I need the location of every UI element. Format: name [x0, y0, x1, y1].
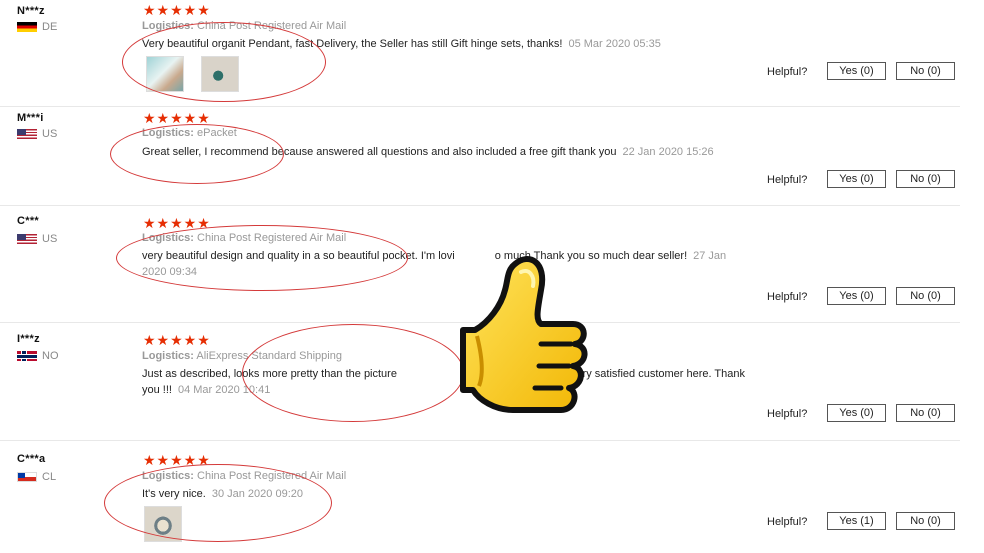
- logistics-value: China Post Registered Air Mail: [197, 232, 347, 244]
- review-body: Just as described, looks more pretty tha…: [142, 368, 397, 380]
- logistics-info: Logistics: AliExpress Standard Shipping: [142, 350, 342, 362]
- reviewer-country: NO: [17, 350, 59, 362]
- flag-us-icon: [17, 129, 37, 139]
- logistics-value: China Post Registered Air Mail: [197, 470, 347, 482]
- country-code: DE: [42, 21, 58, 33]
- logistics-info: Logistics: ePacket: [142, 127, 237, 139]
- review-date: 05 Mar 2020 05:35: [568, 38, 661, 50]
- logistics-label: Logistics:: [142, 127, 194, 139]
- helpful-yes-button[interactable]: Yes (1): [827, 512, 886, 530]
- helpful-no-button[interactable]: No (0): [896, 512, 955, 530]
- helpful-label: Helpful?: [767, 66, 808, 78]
- review-date: 27 Jan: [693, 250, 727, 262]
- helpful-no-button[interactable]: No (0): [896, 62, 955, 80]
- reviewer-name: I***z: [17, 333, 40, 345]
- review-photo[interactable]: [201, 56, 239, 92]
- review-text: It's very nice. 30 Jan 2020 09:20: [142, 486, 872, 502]
- review-divider: [0, 106, 960, 107]
- star-rating: ★★★★★: [143, 332, 211, 348]
- flag-cl-icon: [17, 472, 37, 482]
- reviewer-name: C***: [17, 215, 39, 227]
- flag-no-icon: [17, 351, 37, 361]
- helpful-label: Helpful?: [767, 516, 808, 528]
- logistics-value: China Post Registered Air Mail: [197, 20, 347, 32]
- logistics-info: Logistics: China Post Registered Air Mai…: [142, 232, 346, 244]
- helpful-label: Helpful?: [767, 174, 808, 186]
- country-code: NO: [42, 350, 59, 362]
- review-photo[interactable]: [146, 56, 184, 92]
- reviewer-country: US: [17, 233, 57, 245]
- helpful-no-button[interactable]: No (0): [896, 404, 955, 422]
- review-divider: [0, 440, 960, 441]
- logistics-label: Logistics:: [142, 20, 194, 32]
- thumbs-up-icon: [460, 256, 588, 413]
- star-rating: ★★★★★: [143, 2, 211, 18]
- reviewer-name: M***i: [17, 112, 44, 124]
- helpful-label: Helpful?: [767, 408, 808, 420]
- logistics-value: AliExpress Standard Shipping: [196, 350, 342, 362]
- helpful-no-button[interactable]: No (0): [896, 287, 955, 305]
- review-date: 04 Mar 2020 10:41: [177, 384, 271, 396]
- country-code: US: [42, 128, 58, 140]
- logistics-label: Logistics:: [142, 350, 194, 362]
- country-code: US: [42, 233, 58, 245]
- helpful-no-button[interactable]: No (0): [896, 170, 955, 188]
- star-rating: ★★★★★: [143, 110, 211, 126]
- reviewer-name: N***z: [17, 5, 45, 17]
- logistics-label: Logistics:: [142, 232, 194, 244]
- review-date-continued: 2020 09:34: [142, 266, 198, 278]
- country-code: CL: [42, 471, 57, 483]
- helpful-yes-button[interactable]: Yes (0): [827, 404, 886, 422]
- reviewer-country: CL: [17, 471, 56, 483]
- review-body: It's very nice.: [142, 488, 206, 500]
- review-text: Great seller, I recommend because answer…: [142, 144, 872, 160]
- logistics-value: ePacket: [197, 127, 237, 139]
- reviewer-country: US: [17, 128, 57, 140]
- review-text: Very beautiful organit Pendant, fast Del…: [142, 36, 872, 52]
- star-rating: ★★★★★: [143, 452, 211, 468]
- logistics-info: Logistics: China Post Registered Air Mai…: [142, 470, 346, 482]
- helpful-yes-button[interactable]: Yes (0): [827, 287, 886, 305]
- flag-us-icon: [17, 234, 37, 244]
- helpful-label: Helpful?: [767, 291, 808, 303]
- review-body-line2: you !!!: [142, 384, 172, 396]
- review-divider: [0, 205, 960, 206]
- logistics-label: Logistics:: [142, 470, 194, 482]
- review-body: Very beautiful organit Pendant, fast Del…: [142, 38, 563, 50]
- review-date: 30 Jan 2020 09:20: [211, 488, 303, 500]
- review-body: Great seller, I recommend because answer…: [142, 146, 617, 158]
- logistics-info: Logistics: China Post Registered Air Mai…: [142, 20, 346, 32]
- star-rating: ★★★★★: [143, 215, 211, 231]
- helpful-yes-button[interactable]: Yes (0): [827, 62, 886, 80]
- flag-de-icon: [17, 22, 37, 32]
- review-date: 22 Jan 2020 15:26: [622, 146, 714, 158]
- review-body: very beautiful design and quality in a s…: [142, 250, 455, 262]
- reviewer-country: DE: [17, 21, 57, 33]
- helpful-yes-button[interactable]: Yes (0): [827, 170, 886, 188]
- review-photo[interactable]: [144, 506, 182, 542]
- reviewer-name: C***a: [17, 453, 46, 465]
